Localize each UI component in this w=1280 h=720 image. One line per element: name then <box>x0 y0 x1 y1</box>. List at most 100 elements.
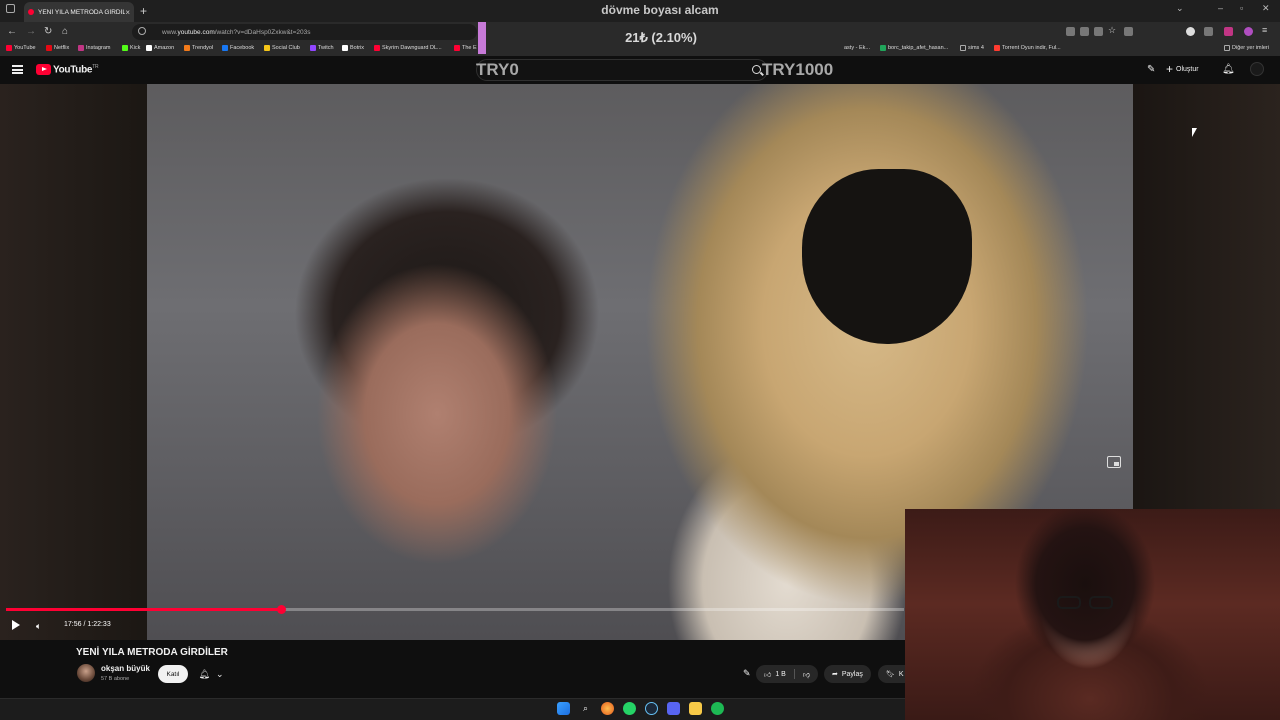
search-icon[interactable] <box>752 65 761 74</box>
folder-icon <box>1224 45 1230 51</box>
create-clip-icon[interactable]: ✎ <box>1147 64 1155 75</box>
address-bar[interactable]: www. youtube.com/watch?v=dDaHsp0Zxkw&t=20… <box>132 24 477 40</box>
chevron-down-icon: ⌄ <box>215 668 224 679</box>
bookmark-amazon[interactable]: Amazon <box>146 45 174 51</box>
bookmark-twitch[interactable]: Twitch <box>310 45 334 51</box>
youtube-favicon-icon <box>28 9 34 15</box>
windows-start-icon[interactable] <box>557 702 570 715</box>
progress-played[interactable] <box>6 608 281 611</box>
twitch-bookmark-icon <box>310 45 316 51</box>
save-button[interactable]: 🔖︎ K <box>878 665 905 683</box>
subscriber-count: 57 B abone <box>101 676 130 682</box>
plus-icon: + <box>1166 62 1174 76</box>
install-icon[interactable] <box>1066 27 1075 36</box>
clip-icon[interactable]: ✎ <box>743 668 751 679</box>
menu-icon[interactable] <box>12 65 23 74</box>
webcam-glasses <box>1057 596 1117 610</box>
folder-bookmark-icon <box>960 45 966 51</box>
bookmark-asty[interactable]: asty - Ek... <box>844 45 870 51</box>
whatsapp-icon[interactable] <box>623 702 636 715</box>
extension-icon[interactable] <box>1186 27 1195 36</box>
taskbar-search-icon[interactable]: ⌕ <box>579 702 592 715</box>
translate-icon[interactable] <box>1094 27 1103 36</box>
bookmark-youtube[interactable]: YouTube <box>6 45 36 51</box>
file-explorer-icon[interactable] <box>689 702 702 715</box>
bookmark-skyrim[interactable]: Skyrim Dawnguard DL... <box>374 45 442 51</box>
windows-taskbar <box>0 698 905 720</box>
channel-name[interactable]: okşan büyük <box>101 664 150 673</box>
bookmark-instagram[interactable]: Instagram <box>78 45 110 51</box>
video-content-sunglasses <box>802 169 972 344</box>
browser-menu-icon[interactable]: ≡ <box>1262 25 1271 35</box>
bookmark-sims4[interactable]: sims 4 <box>960 45 984 51</box>
reload-icon[interactable]: ↻ <box>44 26 52 37</box>
bookmark-other-bookmarks[interactable]: Diğer yer imleri <box>1224 45 1269 51</box>
extensions-puzzle-icon[interactable] <box>1204 27 1213 36</box>
video-title: YENİ YILA METRODA GİRDİLER <box>76 647 228 658</box>
volume-icon[interactable]: 🔈︎ <box>36 621 41 632</box>
bookmark-kick[interactable]: Kick <box>122 45 140 51</box>
streamer-webcam <box>905 509 1280 720</box>
join-button[interactable]: Katıl <box>158 665 188 683</box>
back-icon[interactable]: ← <box>7 26 17 37</box>
url-domain: youtube.com <box>177 28 215 36</box>
url-path: /watch?v=dDaHsp0Zxkw&t=203s <box>214 28 311 36</box>
firefox-icon[interactable] <box>601 702 614 715</box>
tab-actions-icon[interactable] <box>6 4 15 13</box>
skyrim-bookmark-icon <box>374 45 380 51</box>
the-e-bookmark-icon <box>454 45 460 51</box>
new-tab-icon[interactable]: + <box>140 4 147 18</box>
steam-icon[interactable] <box>645 702 658 715</box>
bookmark-borc-takip[interactable]: borc_takip_afet_hasan... <box>880 45 948 51</box>
botrix-bookmark-icon <box>342 45 348 51</box>
youtube-header: YouTubeTR <box>0 56 1280 84</box>
spotify-icon[interactable] <box>711 702 724 715</box>
share-button[interactable]: ➦ Paylaş <box>824 665 871 683</box>
screenshot-icon[interactable] <box>1124 27 1133 36</box>
share-icon: ➦ <box>832 671 838 678</box>
forward-icon[interactable]: → <box>26 26 36 37</box>
subscription-bell-button[interactable]: 🔔︎ ⌄ <box>194 665 228 683</box>
account-avatar[interactable] <box>1250 62 1264 76</box>
bookmark-social-club[interactable]: Social Club <box>264 45 300 51</box>
share-page-icon[interactable] <box>1080 27 1089 36</box>
time-display: 17:56 / 1:22:33 <box>64 621 111 628</box>
extension-badge-icon[interactable] <box>1224 27 1233 36</box>
channel-avatar[interactable] <box>77 664 95 682</box>
bookmark-facebook[interactable]: Facebook <box>222 45 254 51</box>
discord-icon[interactable] <box>667 702 680 715</box>
notifications-bell-icon[interactable]: 🔔︎ <box>1222 64 1235 75</box>
maximize-icon[interactable]: ▫ <box>1240 3 1243 13</box>
kick-bookmark-icon <box>122 45 128 51</box>
bookmark-netflix[interactable]: Netflix <box>46 45 69 51</box>
browser-tab-active[interactable]: YENİ YILA METRODA GİRDİLER × <box>24 2 134 22</box>
home-icon[interactable]: ⌂ <box>62 26 68 37</box>
tab-search-icon[interactable]: ⌄ <box>1176 3 1184 14</box>
bookmark-the-e[interactable]: The E <box>454 45 477 51</box>
site-info-icon[interactable] <box>138 27 146 35</box>
close-tab-icon[interactable]: × <box>125 8 130 17</box>
search-input[interactable] <box>476 59 768 81</box>
bookmark-trendyol[interactable]: Trendyol <box>184 45 213 51</box>
bookmark-botrix[interactable]: Botrix <box>342 45 364 51</box>
like-dislike-group: 👍︎ 1 B 👎︎ <box>756 665 818 683</box>
bookmark-torrent[interactable]: Torrent Oyun indir, Ful... <box>994 45 1061 51</box>
miniplayer-icon[interactable] <box>1107 456 1121 468</box>
play-icon[interactable] <box>12 620 20 630</box>
donation-goal-min: TRY0 <box>476 60 519 79</box>
youtube-bookmark-icon <box>6 45 12 51</box>
profile-icon[interactable] <box>1244 27 1253 36</box>
bookmark-star-icon[interactable]: ☆ <box>1108 25 1117 35</box>
youtube-logo-text[interactable]: YouTubeTR <box>53 64 99 75</box>
amazon-bookmark-icon <box>146 45 152 51</box>
netflix-bookmark-icon <box>46 45 52 51</box>
dislike-button[interactable]: 👎︎ <box>803 670 810 679</box>
youtube-logo-icon[interactable] <box>36 64 51 75</box>
instagram-bookmark-icon <box>78 45 84 51</box>
progress-scrubber-handle[interactable] <box>276 605 286 614</box>
like-button[interactable]: 👍︎ 1 B <box>764 670 786 679</box>
close-window-icon[interactable]: ✕ <box>1262 3 1270 14</box>
sheets-bookmark-icon <box>880 45 886 51</box>
minimize-icon[interactable]: – <box>1218 3 1223 13</box>
create-button[interactable]: + Oluştur <box>1166 62 1199 76</box>
